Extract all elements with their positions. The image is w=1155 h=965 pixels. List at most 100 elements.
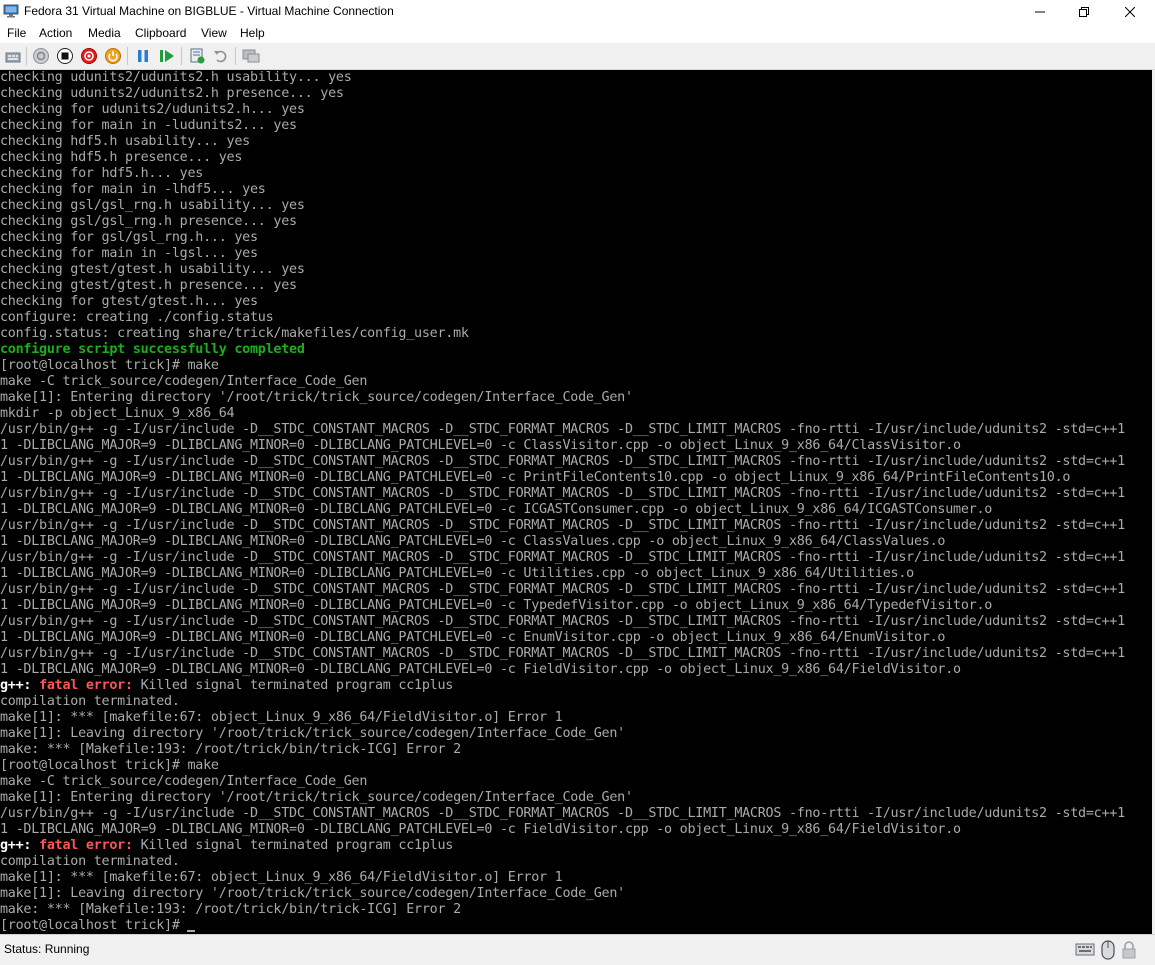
revert-icon[interactable] <box>212 47 230 65</box>
console-text: make: *** [Makefile:193: /root/trick/bin… <box>0 742 461 757</box>
console-text: 1 -DLIBCLANG_MAJOR=9 -DLIBCLANG_MINOR=0 … <box>0 502 993 517</box>
console-line: checking gsl/gsl_rng.h usability... yes <box>0 198 305 214</box>
console-text: /usr/bin/g++ -g -I/usr/include -D__STDC_… <box>0 582 1125 597</box>
console-text: fatal error: <box>39 838 141 853</box>
console-line: /usr/bin/g++ -g -I/usr/include -D__STDC_… <box>0 550 1125 566</box>
console-line: [root@localhost trick]# make <box>0 758 219 774</box>
close-icon <box>1125 7 1135 17</box>
console-line: make[1]: Entering directory '/root/trick… <box>0 790 633 806</box>
console-text: make[1]: Leaving directory '/root/trick/… <box>0 886 625 901</box>
console-line: 1 -DLIBCLANG_MAJOR=9 -DLIBCLANG_MINOR=0 … <box>0 822 961 838</box>
checkpoint-icon[interactable] <box>188 47 206 65</box>
console-line: /usr/bin/g++ -g -I/usr/include -D__STDC_… <box>0 614 1125 630</box>
console-line: /usr/bin/g++ -g -I/usr/include -D__STDC_… <box>0 646 1125 662</box>
console-line: checking for hdf5.h... yes <box>0 166 203 182</box>
menu-clipboard[interactable]: Clipboard <box>135 26 186 40</box>
console-line: checking for udunits2/udunits2.h... yes <box>0 102 305 118</box>
console-line: checking for main in -lhdf5... yes <box>0 182 266 198</box>
console-text: checking gsl/gsl_rng.h presence... yes <box>0 214 297 229</box>
console-line: 1 -DLIBCLANG_MAJOR=9 -DLIBCLANG_MINOR=0 … <box>0 438 961 454</box>
restore-button[interactable] <box>1061 0 1107 24</box>
console-text: checking udunits2/udunits2.h presence...… <box>0 86 344 101</box>
console-line: make -C trick_source/codegen/Interface_C… <box>0 374 367 390</box>
menu-file[interactable]: File <box>7 26 26 40</box>
console-text: g++: <box>0 678 40 693</box>
status-bar: Status: Running <box>0 934 1155 965</box>
console-text: /usr/bin/g++ -g -I/usr/include -D__STDC_… <box>0 550 1125 565</box>
console-text: checking gsl/gsl_rng.h usability... yes <box>0 198 305 213</box>
toolbar-separator <box>26 47 27 65</box>
console-line: 1 -DLIBCLANG_MAJOR=9 -DLIBCLANG_MINOR=0 … <box>0 662 961 678</box>
console-text: checking for main in -lhdf5... yes <box>0 182 266 197</box>
console-line: config.status: creating share/trick/make… <box>0 326 469 342</box>
menu-action[interactable]: Action <box>39 26 72 40</box>
console-line: make[1]: Leaving directory '/root/trick/… <box>0 886 625 902</box>
console-line: make[1]: *** [makefile:67: object_Linux_… <box>0 870 563 886</box>
console-text: fatal error: <box>39 678 141 693</box>
console-text: /usr/bin/g++ -g -I/usr/include -D__STDC_… <box>0 518 1125 533</box>
console-text: make: *** [Makefile:193: /root/trick/bin… <box>0 902 461 917</box>
console-text: config.status: creating share/trick/make… <box>0 326 469 341</box>
title-bar: Fedora 31 Virtual Machine on BIGBLUE - V… <box>0 0 1155 24</box>
console-text: [root@localhost trick]# make <box>0 358 219 373</box>
vm-console-screen[interactable]: checking udunits2/udunits2.h usability..… <box>0 70 1152 934</box>
console-text: [root@localhost trick]# make <box>0 758 219 773</box>
console-text: make -C trick_source/codegen/Interface_C… <box>0 774 368 789</box>
lock-icon <box>1122 941 1136 959</box>
console-text: 1 -DLIBCLANG_MAJOR=9 -DLIBCLANG_MINOR=0 … <box>0 438 961 453</box>
console-line: checking udunits2/udunits2.h presence...… <box>0 86 344 102</box>
close-button[interactable] <box>1107 0 1153 24</box>
console-text: Killed signal terminated program cc1plus <box>140 838 454 853</box>
console-line: make[1]: Leaving directory '/root/trick/… <box>0 726 625 742</box>
text-cursor <box>187 930 196 932</box>
enhanced-session-icon[interactable] <box>242 47 260 65</box>
console-text: checking udunits2/udunits2.h usability..… <box>0 70 352 85</box>
console-text: 1 -DLIBCLANG_MAJOR=9 -DLIBCLANG_MINOR=0 … <box>0 534 946 549</box>
console-line: checking for main in -lgsl... yes <box>0 246 258 262</box>
console-line: compilation terminated. <box>0 854 180 870</box>
console-text: checking gtest/gtest.h usability... yes <box>0 262 305 277</box>
save-state-icon[interactable] <box>104 47 122 65</box>
console-line: compilation terminated. <box>0 694 180 710</box>
console-text: /usr/bin/g++ -g -I/usr/include -D__STDC_… <box>0 806 1125 821</box>
turn-off-icon[interactable] <box>56 47 74 65</box>
console-text: checking for main in -ludunits2... yes <box>0 118 297 133</box>
console-line: checking for main in -ludunits2... yes <box>0 118 297 134</box>
console-text: mkdir -p object_Linux_9_x86_64 <box>0 406 235 421</box>
console-line: checking gsl/gsl_rng.h presence... yes <box>0 214 297 230</box>
console-text: Killed signal terminated program cc1plus <box>140 678 454 693</box>
start-icon[interactable] <box>32 47 50 65</box>
menu-view[interactable]: View <box>201 26 227 40</box>
resume-icon[interactable] <box>158 47 176 65</box>
console-line: make -C trick_source/codegen/Interface_C… <box>0 774 367 790</box>
console-text: checking for main in -lgsl... yes <box>0 246 258 261</box>
shut-down-icon[interactable] <box>80 47 98 65</box>
menu-media[interactable]: Media <box>88 26 121 40</box>
console-text: 1 -DLIBCLANG_MAJOR=9 -DLIBCLANG_MINOR=0 … <box>0 566 914 581</box>
console-line: 1 -DLIBCLANG_MAJOR=9 -DLIBCLANG_MINOR=0 … <box>0 630 945 646</box>
console-line: checking for gsl/gsl_rng.h... yes <box>0 230 258 246</box>
menu-help[interactable]: Help <box>240 26 265 40</box>
console-text: checking for hdf5.h... yes <box>0 166 204 181</box>
console-text: checking for gsl/gsl_rng.h... yes <box>0 230 258 245</box>
window-title: Fedora 31 Virtual Machine on BIGBLUE - V… <box>24 4 394 18</box>
console-text: 1 -DLIBCLANG_MAJOR=9 -DLIBCLANG_MINOR=0 … <box>0 598 993 613</box>
console-text: checking for gtest/gtest.h... yes <box>0 294 258 309</box>
console-text: configure: creating ./config.status <box>0 310 274 325</box>
minimize-button[interactable] <box>1017 0 1063 24</box>
console-line: 1 -DLIBCLANG_MAJOR=9 -DLIBCLANG_MINOR=0 … <box>0 566 914 582</box>
toolbar <box>0 43 1155 70</box>
console-line: /usr/bin/g++ -g -I/usr/include -D__STDC_… <box>0 582 1125 598</box>
console-line: make: *** [Makefile:193: /root/trick/bin… <box>0 742 461 758</box>
pause-icon[interactable] <box>134 47 152 65</box>
console-line: checking hdf5.h presence... yes <box>0 150 242 166</box>
console-line: 1 -DLIBCLANG_MAJOR=9 -DLIBCLANG_MINOR=0 … <box>0 598 992 614</box>
console-text: make[1]: Leaving directory '/root/trick/… <box>0 726 625 741</box>
mouse-icon <box>1101 940 1115 960</box>
ctrl-alt-del-icon[interactable] <box>4 47 22 65</box>
console-line: make[1]: Entering directory '/root/trick… <box>0 390 633 406</box>
console-line: [root@localhost trick]# make <box>0 358 219 374</box>
console-text: 1 -DLIBCLANG_MAJOR=9 -DLIBCLANG_MINOR=0 … <box>0 470 1071 485</box>
console-line: checking gtest/gtest.h usability... yes <box>0 262 305 278</box>
console-line: /usr/bin/g++ -g -I/usr/include -D__STDC_… <box>0 806 1125 822</box>
